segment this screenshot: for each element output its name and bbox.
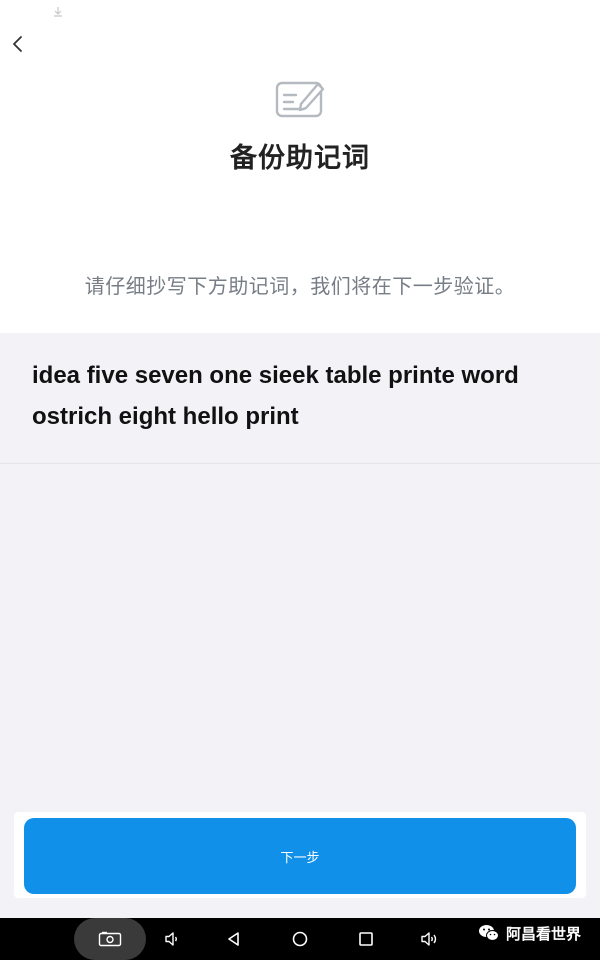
back-triangle-icon <box>228 932 239 946</box>
volume-up-icon <box>421 932 437 946</box>
download-icon <box>54 7 62 17</box>
recents-square-icon <box>359 932 373 946</box>
instruction-text: 请仔细抄写下方助记词，我们将在下一步验证。 <box>84 274 516 298</box>
next-button[interactable]: 下一步 <box>24 818 576 894</box>
back-nav-button[interactable] <box>214 918 254 960</box>
wechat-icon <box>479 925 499 941</box>
mnemonic-phrase: idea five seven one sieek table printe w… <box>32 362 519 430</box>
mnemonic-box: idea five seven one sieek table printe w… <box>0 333 600 464</box>
edit-document-icon <box>275 81 325 118</box>
volume-up-button[interactable] <box>410 918 450 960</box>
volume-down-icon <box>165 932 177 946</box>
chevron-left-icon <box>13 36 22 52</box>
watermark-text: 阿昌看世界 <box>506 924 582 943</box>
status-bar <box>0 0 600 26</box>
back-button[interactable] <box>2 28 34 60</box>
screenshot-icon <box>98 931 122 947</box>
volume-down-button[interactable] <box>152 918 192 960</box>
page-title: 备份助记词 <box>230 143 370 174</box>
home-nav-button[interactable] <box>280 918 320 960</box>
recents-nav-button[interactable] <box>346 918 386 960</box>
watermark: 阿昌看世界 <box>478 918 581 948</box>
screenshot-button[interactable] <box>74 918 146 960</box>
home-circle-icon <box>292 931 308 947</box>
